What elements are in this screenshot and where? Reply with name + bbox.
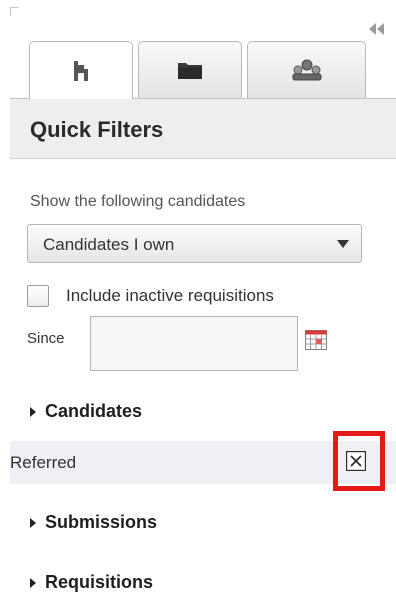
tab-folder[interactable] bbox=[138, 41, 242, 98]
dropdown-arrow-icon bbox=[337, 240, 349, 248]
page-title: Quick Filters bbox=[30, 117, 164, 142]
folder-icon bbox=[178, 63, 202, 79]
since-label: Since bbox=[27, 330, 65, 347]
panel-corner-mark bbox=[10, 7, 19, 16]
since-date-input[interactable] bbox=[90, 316, 298, 371]
include-inactive-label[interactable]: Include inactive requisitions bbox=[66, 286, 274, 306]
quick-filters-header: Quick Filters bbox=[10, 99, 396, 159]
filter-tabs bbox=[29, 41, 366, 99]
section-submissions-label: Submissions bbox=[45, 512, 158, 532]
double-chevron-left-icon[interactable] bbox=[366, 21, 388, 37]
section-submissions[interactable]: Submissions bbox=[30, 512, 157, 533]
candidate-owner-select-value: Candidates I own bbox=[43, 235, 175, 254]
include-inactive-checkbox[interactable] bbox=[27, 285, 49, 307]
remove-x-icon[interactable] bbox=[346, 451, 366, 471]
expand-triangle-icon bbox=[30, 577, 36, 588]
quick-filters-panel: Quick Filters Show the following candida… bbox=[0, 0, 396, 609]
section-requisitions[interactable]: Requisitions bbox=[30, 572, 153, 593]
expand-triangle-icon bbox=[30, 406, 36, 417]
active-filter-row: Referred bbox=[10, 431, 396, 491]
group-icon bbox=[292, 59, 321, 81]
show-candidates-label: Show the following candidates bbox=[30, 193, 246, 210]
section-requisitions-label: Requisitions bbox=[45, 572, 154, 592]
section-candidates[interactable]: Candidates bbox=[30, 401, 142, 422]
tab-person[interactable] bbox=[29, 41, 133, 99]
calendar-icon[interactable] bbox=[305, 330, 327, 350]
candidate-owner-select[interactable]: Candidates I own bbox=[27, 224, 362, 263]
expand-triangle-icon bbox=[30, 517, 36, 528]
active-filter-label: Referred bbox=[10, 453, 77, 472]
tab-group[interactable] bbox=[247, 41, 366, 98]
section-candidates-label: Candidates bbox=[45, 401, 143, 421]
person-icon bbox=[74, 60, 88, 81]
